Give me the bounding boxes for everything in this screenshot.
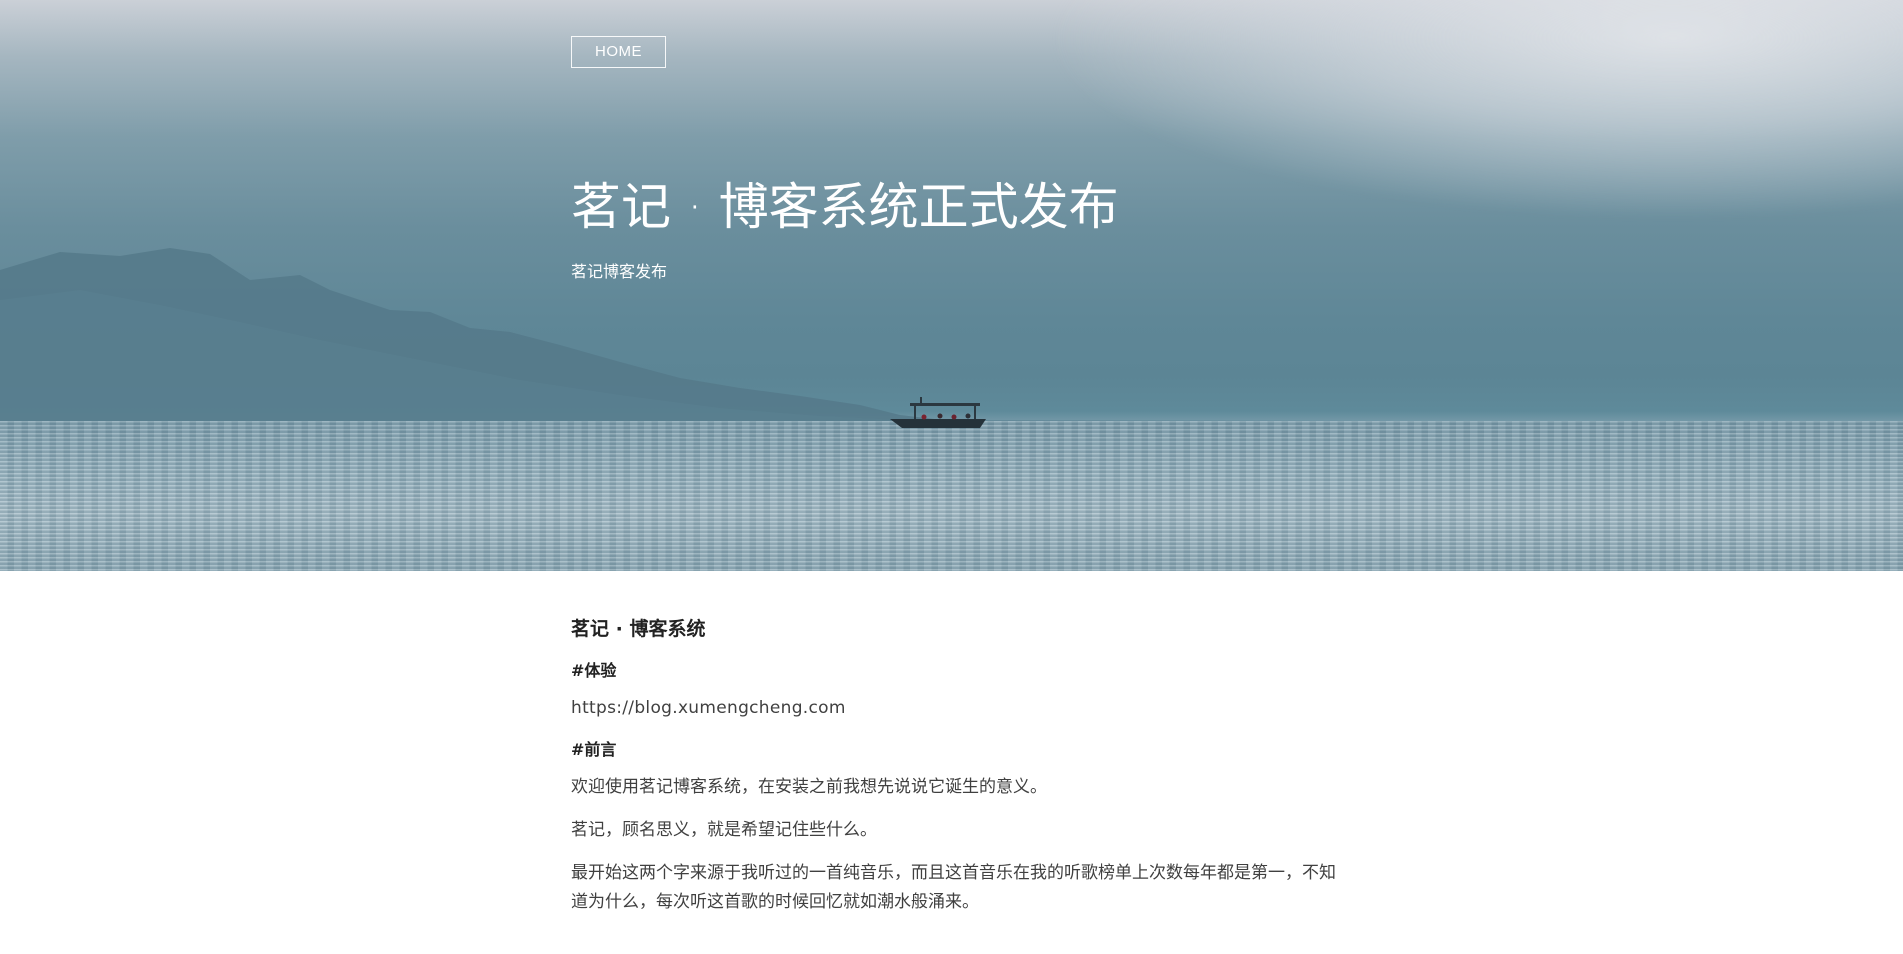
page-subtitle: 茗记博客发布: [571, 262, 668, 281]
blog-url-text: https://blog.xumengcheng.com: [571, 698, 846, 718]
hero-banner: HOME 茗记 · 博客系统正式发布 茗记博客发布: [0, 0, 1903, 571]
section-heading-experience: #体验: [571, 661, 617, 680]
article-paragraph: 欢迎使用茗记博客系统，在安装之前我想先说说它诞生的意义。: [571, 777, 1047, 797]
article-paragraph: 茗记，顾名思义，就是希望记住些什么。: [571, 820, 877, 840]
article-body: 茗记 · 博客系统 #体验 https://blog.xumengcheng.c…: [571, 612, 1341, 931]
article-heading: 茗记 · 博客系统: [571, 618, 706, 640]
home-button[interactable]: HOME: [571, 36, 666, 68]
section-heading-preface: #前言: [571, 740, 617, 759]
hero-content: HOME 茗记 · 博客系统正式发布 茗记博客发布: [571, 0, 1331, 571]
page-title: 茗记 · 博客系统正式发布: [571, 178, 1119, 236]
article-paragraph: 最开始这两个字来源于我听过的一首纯音乐，而且这首音乐在我的听歌榜单上次数每年都是…: [571, 863, 1336, 912]
